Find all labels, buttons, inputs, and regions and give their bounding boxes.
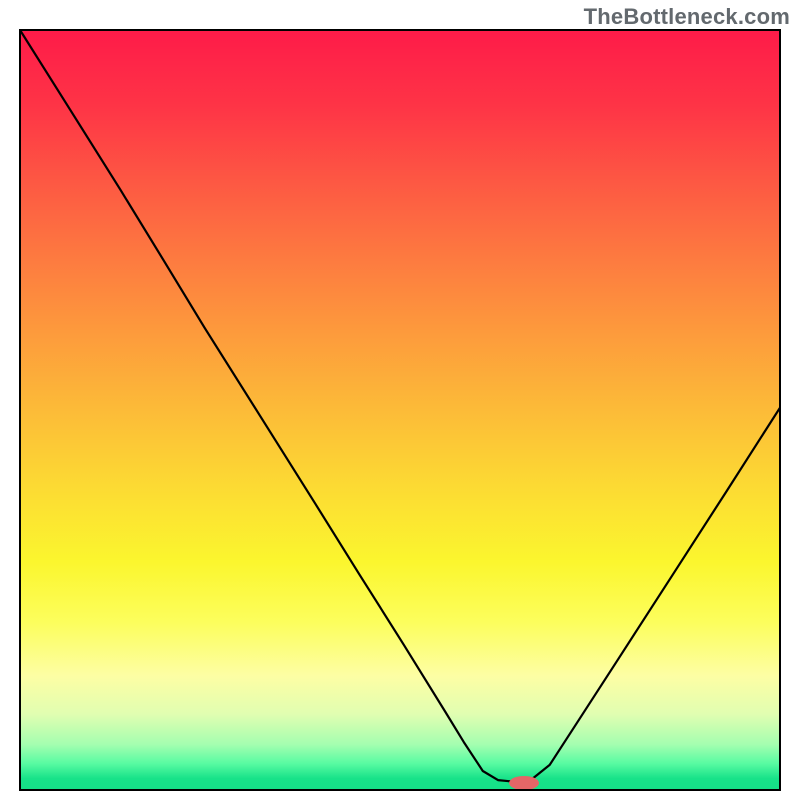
optimal-marker <box>509 776 539 790</box>
gradient-background <box>20 30 780 790</box>
chart-svg <box>0 0 800 800</box>
chart-container: TheBottleneck.com <box>0 0 800 800</box>
watermark-label: TheBottleneck.com <box>584 4 790 30</box>
